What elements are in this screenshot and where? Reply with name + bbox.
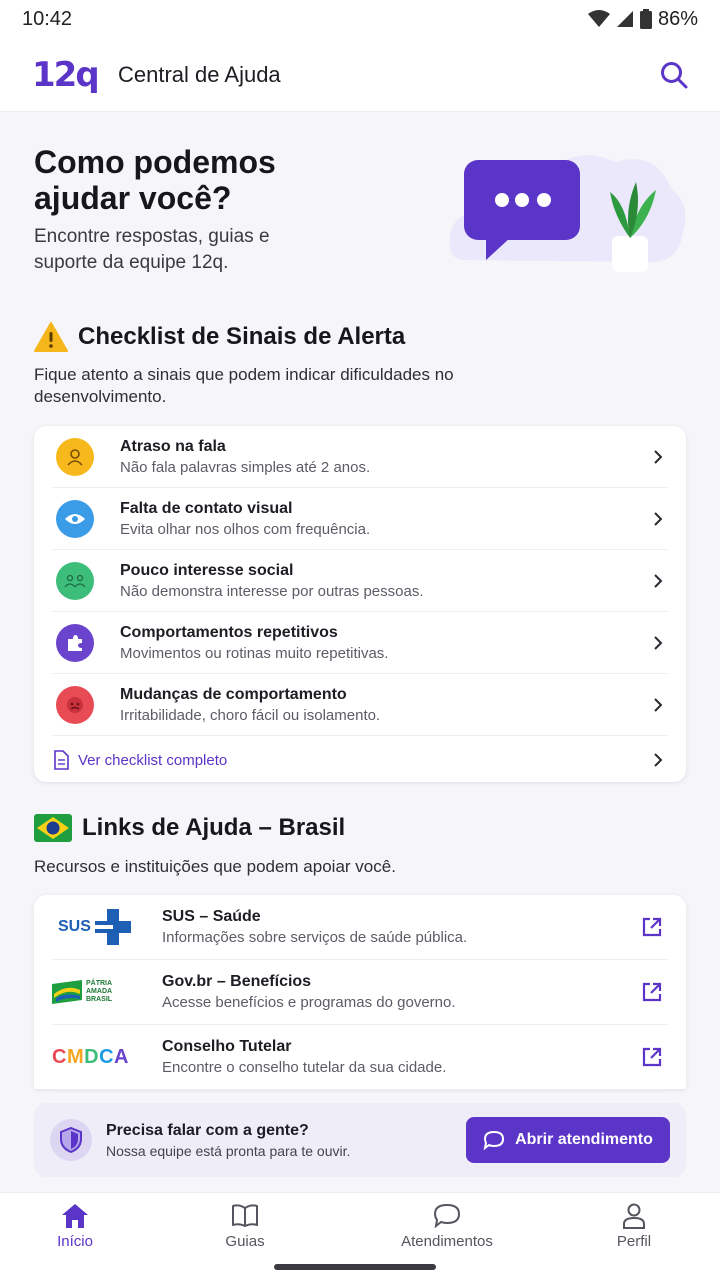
- link-item-desc: Informações sobre serviços de saúde públ…: [162, 929, 468, 946]
- chevron-right-icon: [654, 511, 663, 526]
- contact-banner: Precisa falar com a gente? Nossa equipe …: [34, 1103, 686, 1177]
- external-link-icon: [642, 917, 662, 937]
- status-time: 10:42: [22, 7, 73, 30]
- checklist-item-eye-contact[interactable]: Falta de contato visual Evita olhar nos …: [52, 488, 668, 550]
- search-button[interactable]: [652, 53, 696, 97]
- see-full-checklist-link[interactable]: Ver checklist completo: [52, 740, 668, 780]
- puzzle-icon: [56, 623, 94, 662]
- warning-icon: [34, 322, 68, 352]
- nav-item-profile[interactable]: Perfil: [564, 1203, 704, 1250]
- link-item-desc: Acesse benefícios e programas do governo…: [162, 994, 456, 1011]
- chevron-right-icon: [654, 635, 663, 650]
- support-chat-illustration: [449, 155, 686, 272]
- person-icon: [623, 1203, 645, 1229]
- checklist-title: Checklist de Sinais de Alerta: [78, 323, 406, 350]
- hero-section: Como podemos ajudar você? Encontre respo…: [0, 112, 720, 302]
- checklist-item-repetitive-behavior[interactable]: Comportamentos repetitivos Movimentos ou…: [52, 612, 668, 674]
- checklist-item-title: Mudanças de comportamento: [120, 685, 347, 703]
- status-bar: 10:42 86%: [0, 0, 720, 38]
- links-title: Links de Ajuda – Brasil: [82, 814, 346, 841]
- hero-title: Como podemos ajudar você?: [34, 144, 276, 216]
- link-item-sus[interactable]: SUS SUS – Saúde Informações sobre serviç…: [52, 895, 668, 960]
- wifi-icon: [587, 10, 610, 27]
- checklist-item-title: Comportamentos repetitivos: [120, 623, 338, 641]
- see-full-checklist-label: Ver checklist completo: [78, 751, 228, 769]
- govbr-logo: PÁTRIA AMADA BRASIL: [52, 980, 162, 1004]
- shield-icon: [50, 1119, 92, 1161]
- open-support-button[interactable]: Abrir atendimento: [466, 1117, 670, 1163]
- chevron-right-icon: [654, 753, 663, 767]
- app-bar: 12q Central de Ajuda: [0, 38, 720, 112]
- book-icon: [232, 1204, 258, 1227]
- checklist-item-desc: Evita olhar nos olhos com frequência.: [120, 520, 371, 538]
- link-item-title: Gov.br – Benefícios: [162, 973, 312, 990]
- chat-icon: [433, 1203, 461, 1229]
- contact-banner-desc: Nossa equipe está pronta para te ouvir.: [106, 1142, 351, 1159]
- link-item-desc: Encontre o conselho tutelar da sua cidad…: [162, 1059, 447, 1076]
- nav-label: Guias: [225, 1233, 265, 1250]
- link-item-title: Conselho Tutelar: [162, 1038, 292, 1055]
- nav-item-home[interactable]: Início: [5, 1203, 145, 1250]
- hero-subtitle: Encontre respostas, guias e suporte da e…: [34, 226, 270, 273]
- document-icon: [54, 750, 69, 770]
- eye-icon: [56, 499, 94, 538]
- app-logo[interactable]: 12q: [32, 55, 118, 95]
- cmdca-logo: CMDCA: [52, 1045, 129, 1068]
- nav-item-guides[interactable]: Guias: [175, 1203, 315, 1250]
- people-icon: [56, 561, 94, 600]
- cell-signal-icon: [616, 11, 633, 27]
- checklist-item-social-interest[interactable]: Pouco interesse social Não demonstra int…: [52, 550, 668, 612]
- checklist-heading: Checklist de Sinais de Alerta: [34, 322, 405, 352]
- checklist-item-desc: Movimentos ou rotinas muito repetitivas.: [120, 644, 389, 662]
- checklist-item-speech-delay[interactable]: Atraso na fala Não fala palavras simples…: [52, 426, 668, 488]
- checklist-item-desc: Não fala palavras simples até 2 anos.: [120, 458, 371, 476]
- contact-banner-title: Precisa falar com a gente?: [106, 1121, 309, 1139]
- checklist-item-title: Pouco interesse social: [120, 561, 294, 579]
- battery-icon: [639, 9, 652, 29]
- angry-face-icon: [56, 685, 94, 724]
- link-item-govbr[interactable]: PÁTRIA AMADA BRASIL Gov.br – Benefícios …: [52, 960, 668, 1025]
- page-title: Central de Ajuda: [118, 61, 281, 87]
- nav-label: Início: [57, 1233, 93, 1250]
- brazil-flag-icon: [34, 814, 72, 842]
- links-heading: Links de Ajuda – Brasil: [34, 814, 345, 842]
- nav-label: Atendimentos: [401, 1233, 493, 1250]
- chat-bubble-icon: [483, 1130, 505, 1150]
- external-link-icon: [642, 982, 662, 1002]
- battery-percent: 86%: [657, 7, 698, 30]
- chevron-right-icon: [654, 697, 663, 712]
- link-item-title: SUS – Saúde: [162, 908, 261, 925]
- open-support-label: Abrir atendimento: [515, 1131, 653, 1148]
- external-link-icon: [642, 1047, 662, 1067]
- nav-item-support[interactable]: Atendimentos: [377, 1203, 517, 1250]
- checklist-subtitle: Fique atento a sinais que podem indicar …: [34, 365, 454, 406]
- home-icon: [62, 1204, 88, 1228]
- chevron-right-icon: [654, 573, 663, 588]
- checklist-item-desc: Irritabilidade, choro fácil ou isolament…: [120, 706, 381, 724]
- search-icon: [661, 61, 688, 88]
- links-subtitle: Recursos e instituições que podem apoiar…: [34, 857, 396, 876]
- checklist-item-behavior-changes[interactable]: Mudanças de comportamento Irritabilidade…: [52, 674, 668, 736]
- links-card: SUS SUS – Saúde Informações sobre serviç…: [34, 895, 686, 1090]
- home-indicator[interactable]: [274, 1264, 436, 1270]
- checklist-card: Atraso na fala Não fala palavras simples…: [34, 426, 686, 782]
- sus-logo: SUS: [52, 909, 162, 945]
- status-icons: 86%: [587, 7, 698, 31]
- nav-label: Perfil: [616, 1233, 652, 1250]
- speech-person-icon: [56, 437, 94, 476]
- link-item-conselho-tutelar[interactable]: CMDCA Conselho Tutelar Encontre o consel…: [52, 1025, 668, 1090]
- checklist-item-title: Atraso na fala: [120, 437, 226, 455]
- checklist-item-desc: Não demonstra interesse por outras pesso…: [120, 582, 424, 600]
- checklist-item-title: Falta de contato visual: [120, 499, 293, 517]
- chevron-right-icon: [654, 449, 663, 464]
